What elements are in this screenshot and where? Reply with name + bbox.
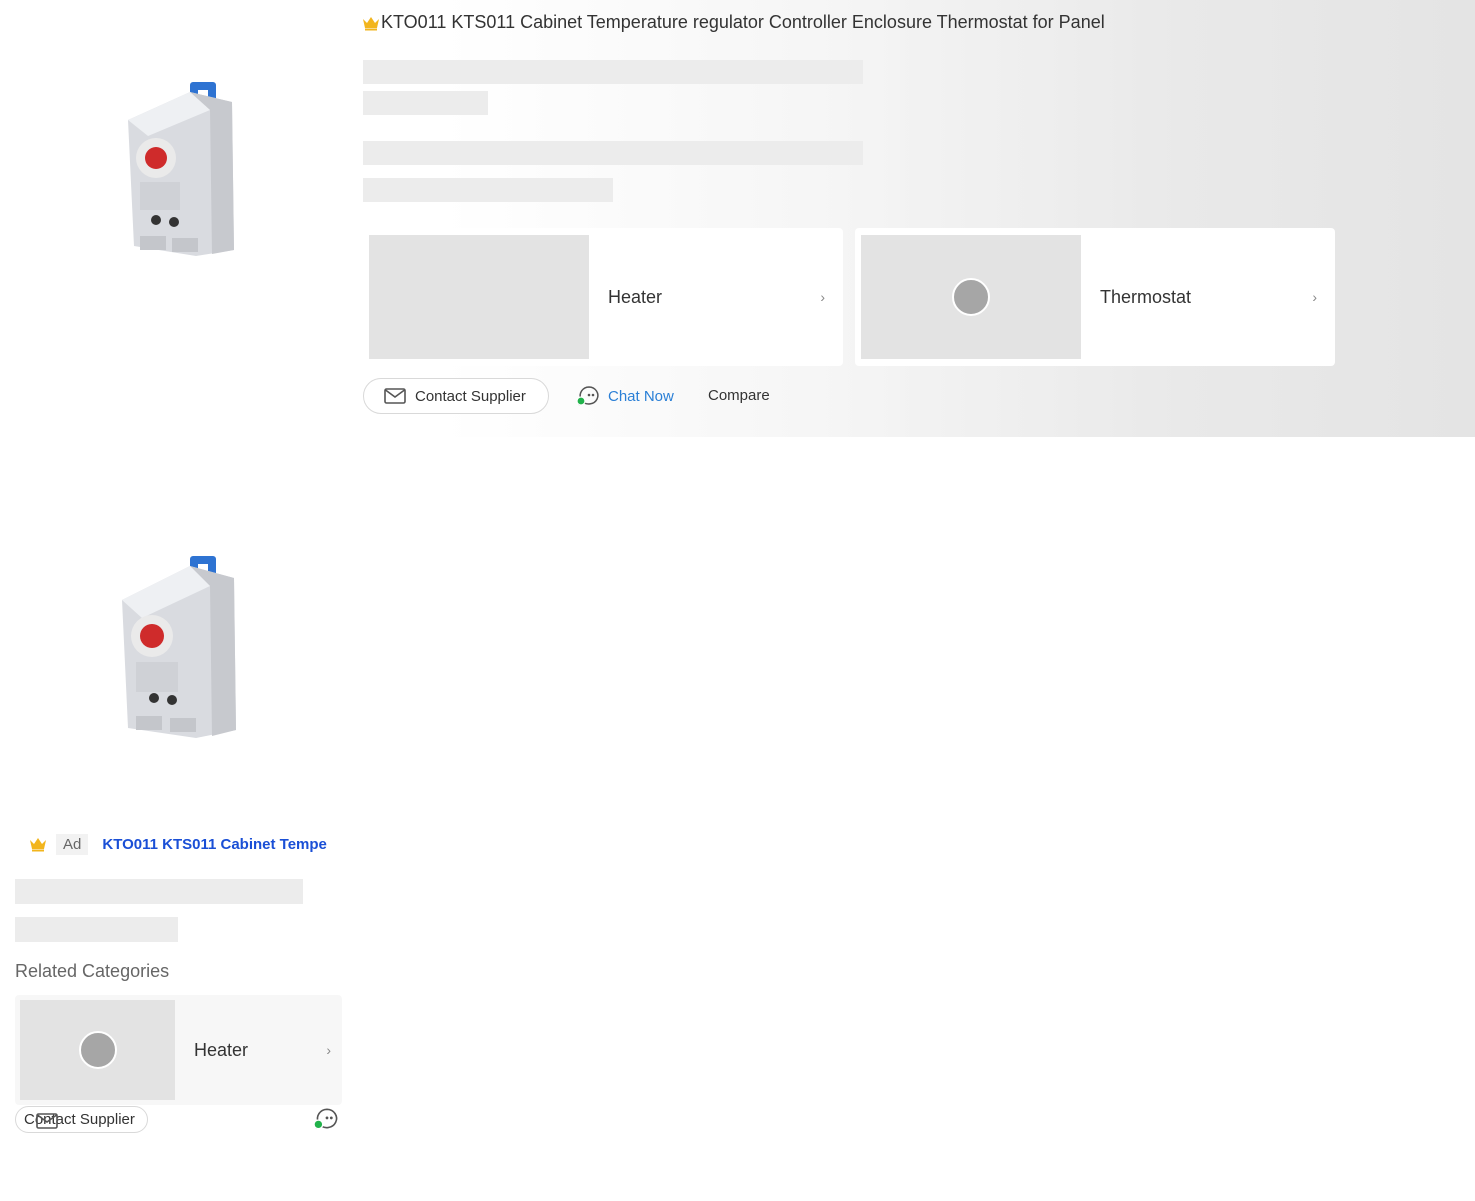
- skeleton-line: [363, 141, 863, 165]
- ad-title-row[interactable]: Ad KTO011 KTS011 Cabinet Tempe: [28, 832, 328, 856]
- chat-now-button[interactable]: Chat Now: [576, 385, 674, 407]
- category-label: Heater: [608, 286, 663, 307]
- placeholder-dot: [952, 278, 990, 316]
- product-title-text[interactable]: KTO011 KTS011 Cabinet Temperature regula…: [381, 12, 1105, 32]
- product-title[interactable]: KTO011 KTS011 Cabinet Temperature regula…: [362, 12, 1105, 33]
- chevron-right-icon: ›: [326, 1042, 331, 1058]
- category-card-heater[interactable]: Heater ›: [363, 228, 843, 366]
- product-image[interactable]: [100, 60, 260, 260]
- category-thumbnail: [369, 235, 589, 359]
- chat-now-label[interactable]: Chat Now: [608, 388, 674, 405]
- chevron-right-icon: ›: [820, 289, 825, 305]
- contact-supplier-button[interactable]: Contact Supplier: [15, 1106, 148, 1133]
- placeholder-dot: [78, 1031, 117, 1069]
- skeleton-line: [363, 91, 488, 115]
- skeleton-line: [363, 60, 863, 84]
- category-thumbnail: [20, 1000, 175, 1100]
- related-categories-heading: Related Categories: [15, 961, 170, 981]
- chevron-right-icon: ›: [1312, 289, 1317, 305]
- mail-icon: [36, 1113, 58, 1129]
- category-label: Thermostat: [1100, 286, 1192, 307]
- crown-icon: [30, 838, 46, 852]
- ad-product-title[interactable]: KTO011 KTS011 Cabinet Tempe: [102, 836, 327, 853]
- ad-badge: Ad: [56, 833, 89, 855]
- compare-link[interactable]: Compare: [708, 387, 770, 404]
- product-image[interactable]: [98, 540, 258, 740]
- category-thumbnail: [861, 235, 1081, 359]
- category-card-heater[interactable]: Heater ›: [15, 995, 342, 1105]
- category-card-thermostat[interactable]: Thermostat ›: [855, 228, 1335, 366]
- mail-icon: [384, 388, 406, 404]
- category-label: Heater: [194, 1039, 249, 1060]
- crown-icon: [363, 17, 379, 31]
- skeleton-line: [363, 178, 613, 202]
- skeleton-line: [15, 879, 303, 904]
- contact-supplier-button[interactable]: Contact Supplier: [363, 378, 549, 414]
- chat-icon: [576, 386, 599, 406]
- contact-supplier-label: Contact Supplier: [415, 387, 526, 405]
- chat-icon[interactable]: [313, 1106, 341, 1132]
- skeleton-line: [15, 917, 178, 942]
